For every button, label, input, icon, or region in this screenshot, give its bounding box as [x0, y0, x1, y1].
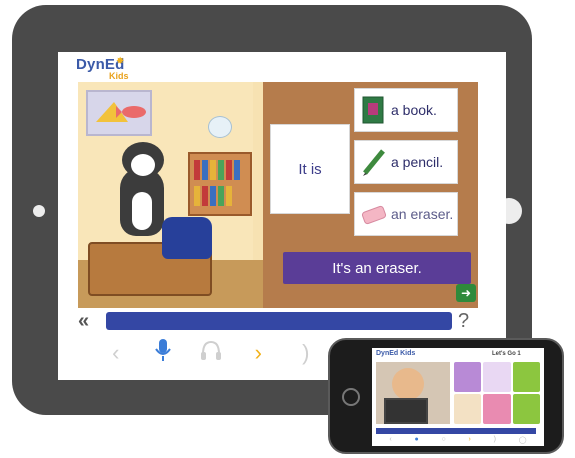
choice-label: a pencil.: [391, 154, 444, 170]
grid-tile[interactable]: [454, 394, 482, 424]
listen-icon[interactable]: ): [289, 340, 323, 366]
forward-icon[interactable]: ›: [468, 436, 470, 444]
grid-tile[interactable]: [512, 362, 540, 392]
choice-label: a book.: [391, 102, 437, 118]
wall-poster: [86, 90, 152, 136]
bookshelf: [188, 152, 252, 216]
grid-tile[interactable]: [454, 362, 482, 392]
phone-lesson-title: Let's Go 1: [492, 351, 521, 357]
phone-app-logo: DynEd Kids: [376, 350, 416, 357]
cat-belly: [132, 192, 152, 230]
answer-banner: It's an eraser.: [283, 252, 471, 284]
choice-book[interactable]: a book.: [354, 88, 458, 132]
progress-bar: [106, 312, 452, 330]
choice-eraser[interactable]: an eraser.: [354, 192, 458, 236]
pencil-icon: [363, 149, 385, 176]
microphone-icon[interactable]: ●: [414, 436, 418, 444]
eraser-icon: [361, 205, 387, 225]
grid-tile[interactable]: [483, 394, 511, 424]
phone-photo: [376, 362, 450, 424]
phone-screen: DynEd Kids Let's Go 1 ‹ ● ○ › ) ◯: [372, 348, 544, 446]
phone-toolbar: ‹ ● ○ › ) ◯: [378, 436, 538, 444]
child-tablet: [384, 398, 428, 424]
book-icon: [362, 96, 384, 124]
next-arrow-icon[interactable]: ➜: [456, 284, 476, 302]
phone-progress-bar: [376, 428, 536, 434]
rewind-icon[interactable]: «: [78, 310, 89, 333]
listen-icon[interactable]: ): [494, 436, 496, 444]
books-icon: [194, 160, 240, 206]
app-logo-sub: Kids: [109, 71, 129, 81]
grid-tile[interactable]: [483, 362, 511, 392]
choice-pencil[interactable]: a pencil.: [354, 140, 458, 184]
prompt-card: It is: [270, 124, 350, 214]
school-bag: [162, 217, 212, 259]
phone-lesson-grid: [454, 362, 540, 424]
poster-fish-icon: [96, 102, 146, 122]
fishbowl: [208, 116, 232, 138]
forward-icon[interactable]: ›: [241, 340, 275, 366]
microphone-icon[interactable]: [146, 337, 180, 369]
headphones-icon[interactable]: [194, 338, 228, 368]
lesson-scene: It is a book. a pencil. an eraser. It's …: [78, 82, 478, 308]
headphones-icon[interactable]: ○: [441, 436, 445, 444]
back-icon[interactable]: ‹: [99, 340, 133, 366]
back-icon[interactable]: ‹: [389, 436, 391, 444]
choice-label: an eraser.: [391, 206, 454, 222]
cat-face: [131, 154, 155, 176]
grid-tile[interactable]: [512, 394, 540, 424]
tablet-screen: DynEd ✸ Kids It is a book. a pencil. an …: [58, 52, 506, 380]
globe-icon[interactable]: ◯: [519, 436, 527, 444]
tablet-camera: [33, 205, 45, 217]
child-face: [392, 368, 424, 400]
phone-home-button[interactable]: [342, 388, 360, 406]
logo-star-icon: ✸: [116, 56, 125, 67]
help-icon[interactable]: ?: [458, 310, 469, 333]
phone-device: DynEd Kids Let's Go 1 ‹ ● ○ › ) ◯: [328, 338, 564, 454]
